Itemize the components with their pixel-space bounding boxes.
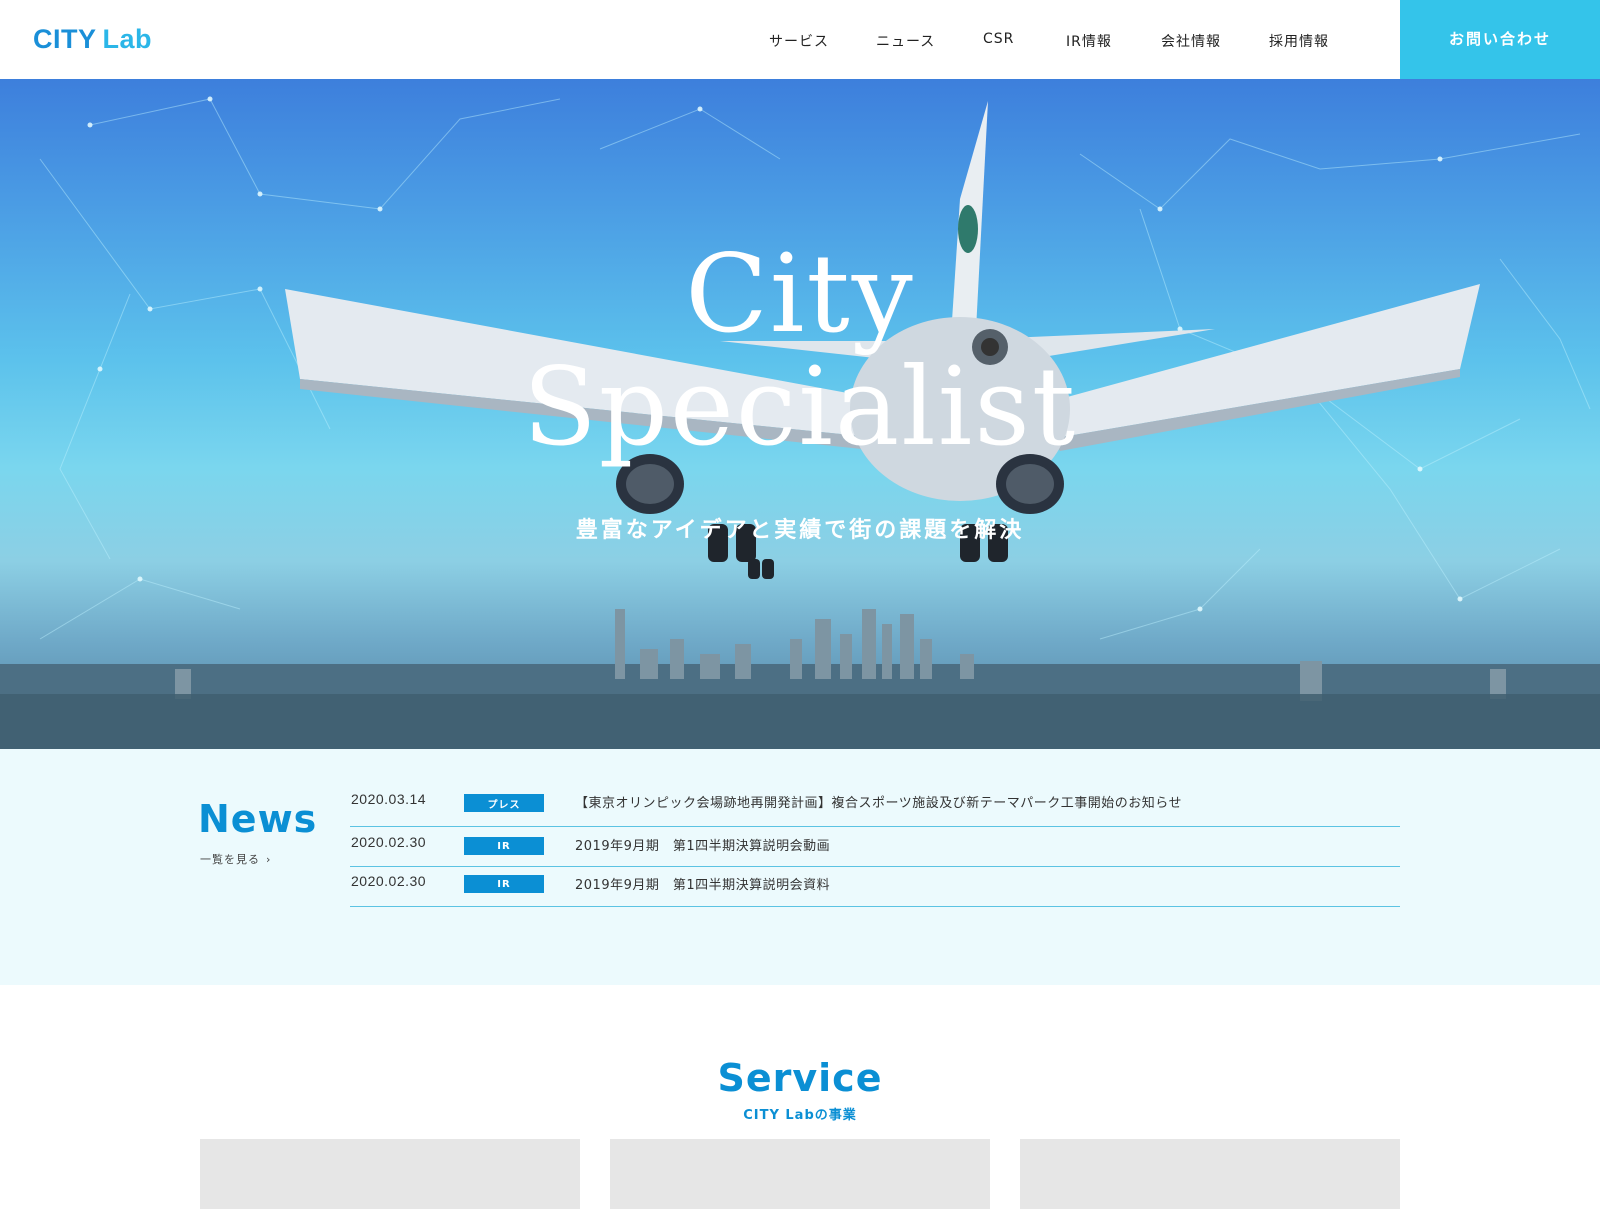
news-more-link[interactable]: 一覧を見る › — [200, 851, 271, 867]
news-divider — [350, 906, 1400, 907]
news-date: 2020.02.30 — [351, 873, 427, 889]
service-card[interactable] — [200, 1139, 580, 1209]
news-date: 2020.03.14 — [351, 791, 427, 807]
hero-title-line1: City — [685, 232, 915, 357]
nav-item-csr[interactable]: CSR — [983, 31, 1014, 47]
site-header: CITY Lab サービス ニュース CSR IR情報 会社情報 採用情報 お問い… — [0, 0, 1600, 79]
service-heading: Service — [717, 1056, 883, 1100]
hero-title-line2: Specialist — [522, 345, 1078, 470]
news-item[interactable]: 2020.03.14 プレス 【東京オリンピック会場跡地再開発計画】複合スポーツ… — [350, 785, 1400, 827]
nav-item-company[interactable]: 会社情報 — [1161, 31, 1221, 51]
global-nav: サービス ニュース CSR IR情報 会社情報 採用情報 — [0, 31, 1600, 51]
service-card[interactable] — [610, 1139, 990, 1209]
nav-item-services[interactable]: サービス — [769, 31, 829, 51]
news-title[interactable]: 【東京オリンピック会場跡地再開発計画】複合スポーツ施設及び新テーマパーク工事開始… — [575, 792, 1182, 811]
news-title[interactable]: 2019年9月期 第1四半期決算説明会動画 — [575, 835, 830, 854]
chevron-right-icon: › — [266, 853, 272, 866]
nav-item-news[interactable]: ニュース — [876, 31, 935, 51]
city-skyline — [0, 609, 1600, 749]
nav-item-ir[interactable]: IR情報 — [1066, 31, 1112, 51]
service-card[interactable] — [1020, 1139, 1400, 1209]
service-subtitle: CITY Labの事業 — [743, 1108, 857, 1123]
news-category-badge: プレス — [464, 794, 544, 812]
news-section: News 一覧を見る › 2020.03.14 プレス 【東京オリンピック会場跡地… — [0, 749, 1600, 985]
news-item[interactable]: 2020.02.30 IR 2019年9月期 第1四半期決算説明会資料 — [350, 867, 1400, 907]
contact-button[interactable]: お問い合わせ — [1400, 0, 1600, 79]
news-category-badge: IR — [464, 837, 544, 855]
nav-item-recruit[interactable]: 採用情報 — [1269, 31, 1329, 51]
news-date: 2020.02.30 — [351, 834, 427, 850]
hero-subtitle: 豊富なアイデアと実績で街の課題を解決 — [575, 518, 1025, 543]
news-more-label: 一覧を見る — [200, 853, 260, 866]
news-heading: News — [198, 797, 318, 841]
hero-banner: City Specialist 豊富なアイデアと実績で街の課題を解決 — [0, 79, 1600, 749]
news-category-badge: IR — [464, 875, 544, 893]
news-item[interactable]: 2020.02.30 IR 2019年9月期 第1四半期決算説明会動画 — [350, 827, 1400, 867]
news-title[interactable]: 2019年9月期 第1四半期決算説明会資料 — [575, 874, 830, 893]
